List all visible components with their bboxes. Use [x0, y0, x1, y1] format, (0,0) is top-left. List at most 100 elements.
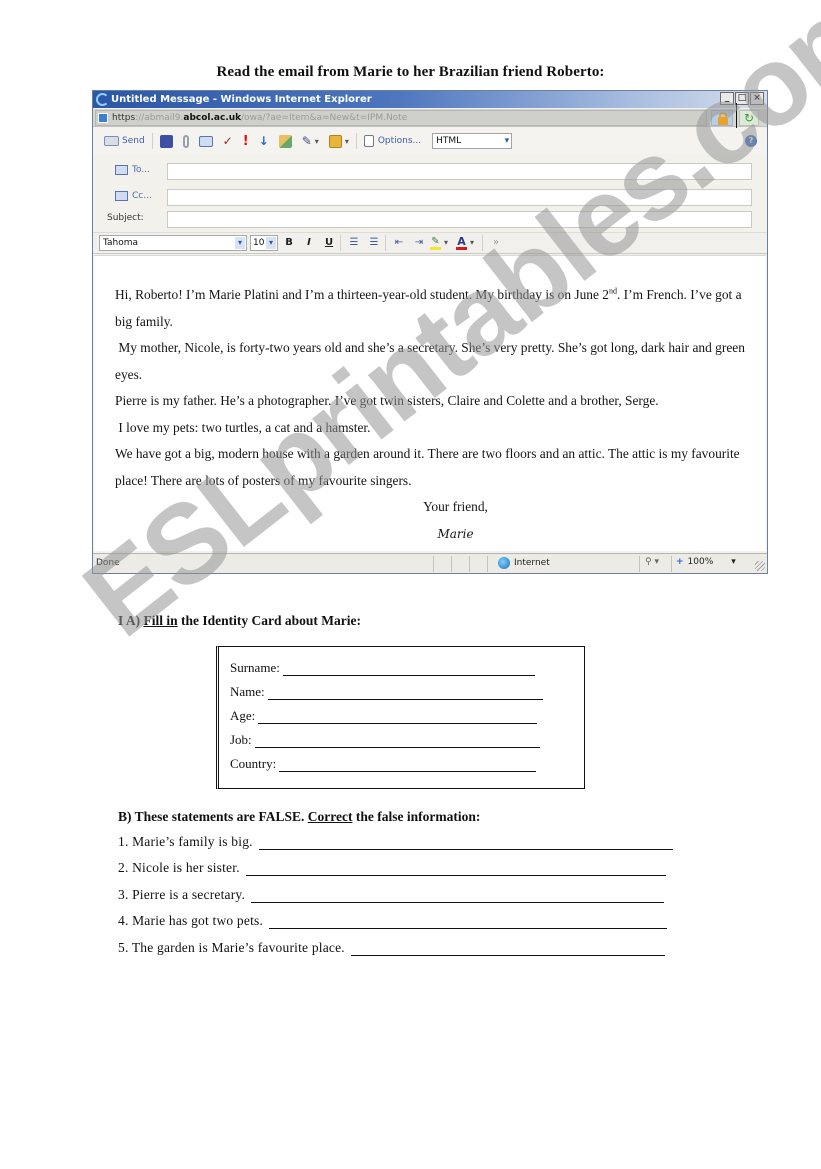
font-size-value: 10 — [253, 238, 265, 248]
cc-row: Cc... — [93, 187, 767, 207]
paste-button[interactable] — [274, 131, 297, 151]
document-icon — [363, 135, 374, 147]
statement-3: 3. Pierre is a secretary. — [118, 887, 665, 903]
answer-line[interactable] — [254, 735, 540, 748]
protected-mode-button[interactable]: ⚲ ▾ — [645, 557, 659, 567]
numbering-button[interactable]: ☰ — [365, 235, 383, 251]
statement-text: 4. Marie has got two pets. — [118, 913, 264, 928]
status-divider — [487, 556, 488, 572]
cc-field[interactable] — [167, 189, 752, 206]
status-divider — [639, 556, 640, 572]
to-field[interactable] — [167, 163, 752, 180]
bold-button[interactable]: B — [280, 235, 298, 251]
paragraph-pets: I love my pets: two turtles, a cat and a… — [115, 415, 756, 442]
address-book-icon — [115, 191, 128, 201]
save-button[interactable] — [155, 131, 178, 151]
security-zone[interactable]: Internet — [498, 557, 550, 569]
paragraph-mother: My mother, Nicole, is forty-two years ol… — [115, 335, 756, 388]
check-names-button[interactable]: ✓ — [218, 131, 238, 151]
refresh-button[interactable]: ↻ — [739, 110, 759, 126]
flag-button[interactable]: ▾ — [324, 131, 354, 151]
toolbar-divider — [355, 133, 357, 149]
address-book-button[interactable] — [194, 131, 218, 151]
chevron-down-icon: ▾ — [314, 136, 319, 146]
subject-row: Subject: — [93, 209, 767, 229]
paperclip-icon — [182, 134, 189, 148]
answer-line[interactable] — [279, 759, 537, 772]
exercise-a-prefix: I A) — [118, 613, 144, 628]
exercise-b-prefix: B) These statements are FALSE. — [118, 809, 308, 824]
font-family-select[interactable]: Tahoma ▾ — [99, 235, 247, 251]
address-book-icon — [198, 135, 213, 147]
answer-line[interactable] — [251, 890, 665, 903]
identity-card: Surname: Name: Age: Job: Country: — [216, 646, 585, 789]
answer-line[interactable] — [258, 711, 538, 724]
exercise-a-suffix: the Identity Card about Marie: — [177, 613, 362, 628]
answer-line[interactable] — [267, 687, 543, 700]
chevron-down-icon: ▾ — [266, 237, 276, 249]
field-label: Name: — [230, 684, 265, 699]
options-button[interactable]: Options... — [359, 131, 426, 151]
formatting-toolbar: Tahoma ▾ 10 ▾ B I U ☰ ☰ ⇤ ⇥ ✎ ▾ A ▾ » — [93, 232, 767, 254]
message-toolbar: Send ✓ ! ↓ ✎ ▾ ▾ Options... HTML ▾ — [93, 128, 767, 154]
closing: Your friend, — [423, 499, 488, 514]
security-lock-button[interactable] — [711, 110, 733, 126]
maximize-button[interactable]: □ — [735, 92, 749, 105]
statement-text: 5. The garden is Marie’s favourite place… — [118, 940, 345, 955]
minimize-button[interactable]: _ — [720, 92, 734, 105]
send-label: Send — [122, 136, 145, 146]
zoom-control[interactable]: + 100% ▾ — [676, 557, 736, 567]
answer-line[interactable] — [282, 663, 535, 676]
decrease-indent-button[interactable]: ⇤ — [390, 235, 408, 251]
title-bar: Untitled Message - Windows Internet Expl… — [93, 91, 767, 108]
send-button[interactable]: Send — [99, 131, 150, 151]
url-host: abcol.ac.uk — [183, 113, 242, 123]
statement-text: 1. Marie’s family is big. — [118, 834, 253, 849]
help-icon[interactable]: ? — [745, 135, 757, 147]
toolbar-divider — [482, 235, 483, 251]
message-body[interactable]: Hi, Roberto! I’m Marie Platini and I’m a… — [94, 255, 766, 551]
highlight-button[interactable]: ✎ ▾ — [430, 235, 448, 251]
spelling-button[interactable]: ✎ ▾ — [297, 131, 324, 151]
exclamation-icon: ! — [242, 133, 249, 149]
bullets-button[interactable]: ☰ — [345, 235, 363, 251]
refresh-icon: ↻ — [743, 111, 755, 125]
high-importance-button[interactable]: ! — [238, 131, 254, 151]
attach-button[interactable] — [178, 131, 194, 151]
url-field[interactable]: https://abmail9.abcol.ac.uk/owa/?ae=Item… — [95, 110, 707, 126]
italic-button[interactable]: I — [300, 235, 318, 251]
save-icon — [159, 134, 173, 148]
cc-button[interactable]: Cc... — [115, 191, 152, 201]
subject-field[interactable] — [167, 211, 752, 228]
field-label: Job: — [230, 732, 252, 747]
magnifier-icon: + — [676, 557, 684, 567]
status-divider — [433, 556, 434, 572]
chevron-down-icon: ▾ — [504, 136, 510, 146]
close-button[interactable]: × — [750, 92, 764, 105]
id-row-name: Name: — [230, 684, 543, 700]
font-size-select[interactable]: 10 ▾ — [250, 235, 278, 251]
answer-line[interactable] — [269, 916, 668, 929]
to-label: To... — [132, 165, 150, 175]
zone-label: Internet — [514, 558, 550, 568]
browser-window: Untitled Message - Windows Internet Expl… — [92, 90, 768, 574]
chevron-down-icon: ▾ — [443, 238, 448, 247]
resize-grip[interactable] — [755, 561, 765, 571]
check-names-icon: ✓ — [222, 134, 233, 148]
message-format-select[interactable]: HTML ▾ — [432, 133, 513, 149]
answer-line[interactable] — [350, 943, 665, 956]
address-bar: https://abmail9.abcol.ac.uk/owa/?ae=Item… — [93, 109, 767, 127]
font-color-button[interactable]: A ▾ — [456, 235, 474, 251]
envelope-icon — [104, 136, 119, 146]
increase-indent-button[interactable]: ⇥ — [410, 235, 428, 251]
to-button[interactable]: To... — [115, 165, 150, 175]
answer-line[interactable] — [258, 837, 673, 850]
more-options-button[interactable]: » — [487, 235, 505, 251]
field-label: Age: — [230, 708, 256, 723]
answer-line[interactable] — [245, 863, 666, 876]
page-title: Read the email from Marie to her Brazili… — [216, 64, 605, 80]
underline-button[interactable]: U — [320, 235, 338, 251]
chevron-down-icon: ▾ — [344, 136, 349, 146]
chevron-down-icon: ▾ — [731, 557, 736, 567]
low-importance-button[interactable]: ↓ — [254, 131, 274, 151]
